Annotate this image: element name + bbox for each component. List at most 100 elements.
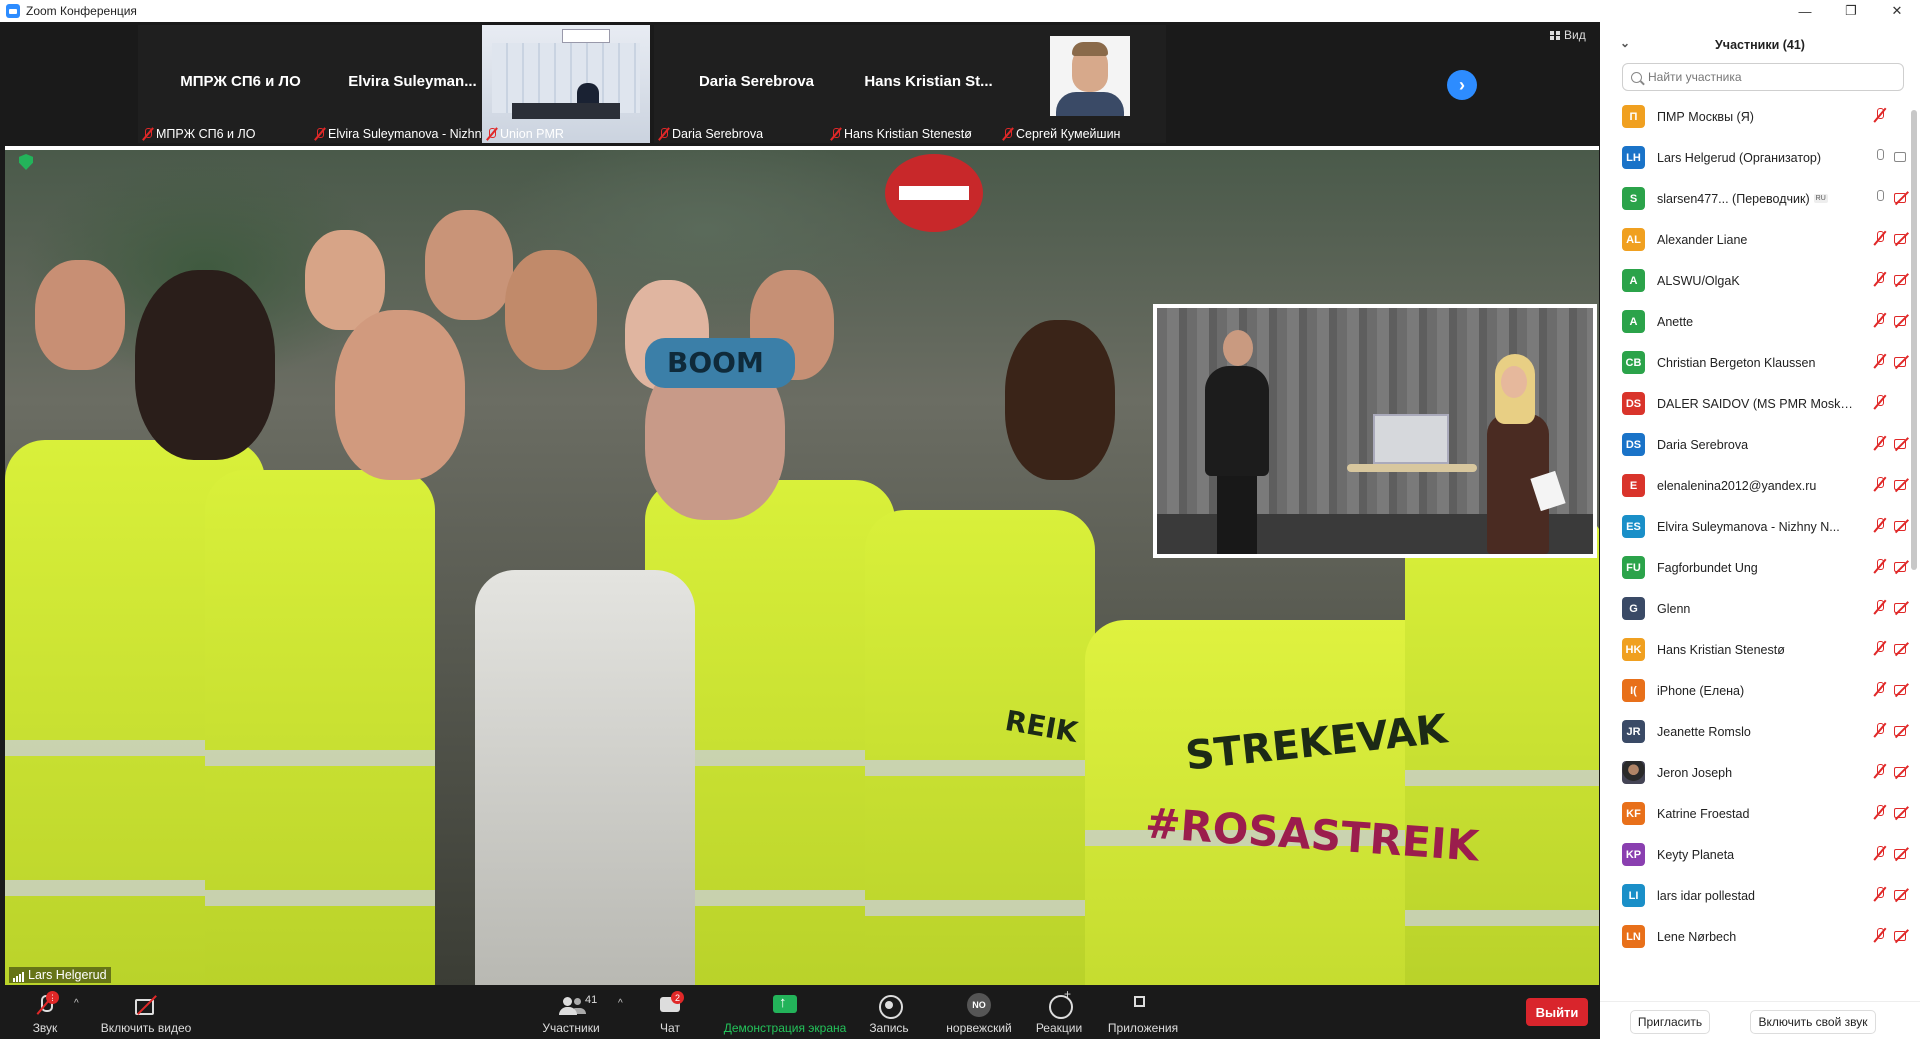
search-input[interactable]: [1648, 70, 1888, 84]
invite-button[interactable]: Пригласить: [1630, 1010, 1710, 1034]
participant-row[interactable]: DS DALER SAIDOV (MS PMR Moskva): [1600, 383, 1910, 424]
mic-muted-icon: [1874, 723, 1886, 738]
avatar: S: [1622, 187, 1645, 210]
view-button[interactable]: Вид: [1550, 28, 1586, 42]
share-screen-button[interactable]: Демонстрация экрана: [718, 988, 852, 1039]
participant-row[interactable]: Jeron Joseph: [1600, 752, 1910, 793]
tile-label: Hans Kristian Stenestø: [830, 127, 972, 141]
tile-label: Union PMR: [486, 127, 564, 141]
maximize-button[interactable]: ❐: [1828, 0, 1874, 22]
participant-row[interactable]: CB Christian Bergeton Klaussen: [1600, 342, 1910, 383]
participant-row[interactable]: I( iPhone (Елена): [1600, 670, 1910, 711]
speaker-video-pip[interactable]: [1153, 304, 1597, 558]
cap-text: BOOM: [667, 346, 764, 379]
mic-muted-icon: [1874, 108, 1886, 123]
participant-name: iPhone (Елена): [1657, 683, 1745, 698]
zoom-app-icon: [6, 4, 20, 18]
title-bar: Zoom Конференция — ❐ ✕: [0, 0, 1920, 22]
participant-row[interactable]: KF Katrine Froestad: [1600, 793, 1910, 834]
participant-row[interactable]: KP Keyty Planeta: [1600, 834, 1910, 875]
participant-name: Lene Nørbech: [1657, 929, 1737, 944]
protest-photo: STREKEVAK #ROSASTREIK REIK BOOM: [5, 150, 1599, 985]
camera-off-icon: [1894, 764, 1910, 779]
camera-off-icon: [1894, 682, 1910, 697]
tile-label-text: МПРЖ СП6 и ЛО: [156, 127, 256, 141]
close-button[interactable]: ✕: [1874, 0, 1920, 22]
unmute-self-button[interactable]: Включить свой звук: [1750, 1010, 1876, 1034]
participant-row[interactable]: DS Daria Serebrova: [1600, 424, 1910, 465]
participant-row[interactable]: AL Alexander Liane: [1600, 219, 1910, 260]
video-thumbnail-strip: МПРЖ СП6 и ЛО МПРЖ СП6 и ЛО Elvira Suley…: [0, 22, 1600, 145]
mic-muted-icon: [1002, 127, 1012, 141]
participant-row[interactable]: JR Jeanette Romslo: [1600, 711, 1910, 752]
apps-button[interactable]: Приложения: [1104, 988, 1182, 1039]
camera-off-icon: [1894, 600, 1910, 615]
language-tag: RU: [1813, 194, 1828, 203]
participant-status-icons: [1874, 559, 1910, 574]
avatar: AL: [1622, 228, 1645, 251]
participant-row[interactable]: A ALSWU/OlgaK: [1600, 260, 1910, 301]
participant-name: elenalenina2012@yandex.ru: [1657, 478, 1817, 493]
participant-row[interactable]: FU Fagforbundet Ung: [1600, 547, 1910, 588]
leave-button[interactable]: Выйти: [1526, 998, 1588, 1026]
audio-button[interactable]: ! Звук: [28, 988, 62, 1039]
participant-name: Hans Kristian Stenestø: [1657, 642, 1785, 657]
start-video-button[interactable]: Включить видео: [96, 988, 196, 1039]
traffic-sign: [885, 154, 983, 232]
camera-off-icon: [1894, 846, 1910, 861]
video-tile[interactable]: Сергей Кумейшин: [998, 25, 1166, 143]
participant-row[interactable]: HK Hans Kristian Stenestø: [1600, 629, 1910, 670]
avatar: DS: [1622, 392, 1645, 415]
participant-row[interactable]: П ПМР Москвы (Я): [1600, 96, 1910, 137]
record-button[interactable]: Запись: [864, 988, 914, 1039]
next-page-button[interactable]: ›: [1447, 70, 1477, 100]
camera-off-icon: [1894, 436, 1910, 451]
camera-off-icon: [1894, 887, 1910, 902]
participant-status-icons: [1874, 436, 1910, 451]
participant-row[interactable]: ES Elvira Suleymanova - Nizhny N...: [1600, 506, 1910, 547]
record-icon: [877, 993, 903, 1019]
participant-row[interactable]: LI lars idar pollestad: [1600, 875, 1910, 916]
participant-row[interactable]: LH Lars Helgerud (Организатор): [1600, 137, 1910, 178]
participant-search[interactable]: [1622, 63, 1904, 91]
mic-muted-icon: [1874, 231, 1886, 246]
participant-name: Elvira Suleymanova - Nizhny N...: [1657, 519, 1840, 534]
avatar: I(: [1622, 679, 1645, 702]
desk: [512, 103, 620, 119]
chat-button[interactable]: 2 Чат: [650, 988, 690, 1039]
participant-row[interactable]: LN Lene Nørbech: [1600, 916, 1910, 957]
avatar: A: [1622, 269, 1645, 292]
mic-muted-icon: [1874, 395, 1886, 410]
interpretation-button[interactable]: NO норвежский: [934, 988, 1024, 1039]
participant-row[interactable]: Sslarsen477... (Переводчик) RU: [1600, 178, 1910, 219]
video-tile-union-pmr[interactable]: Union PMR: [482, 25, 650, 143]
reactions-button[interactable]: Реакции: [1034, 987, 1084, 1039]
tile-label: Daria Serebrova: [658, 127, 763, 141]
avatar: A: [1622, 310, 1645, 333]
participant-row[interactable]: Eelenalenina2012@yandex.ru: [1600, 465, 1910, 506]
participant-status-icons: [1874, 846, 1910, 861]
participant-status-icons: [1874, 272, 1910, 287]
chat-icon: 2: [658, 991, 684, 1017]
participant-name: DALER SAIDOV (MS PMR Moskva): [1657, 396, 1853, 411]
participant-name: Christian Bergeton Klaussen: [1657, 355, 1816, 370]
participant-row[interactable]: G Glenn: [1600, 588, 1910, 629]
apps-icon: [1131, 993, 1155, 1017]
audio-label: Звук: [32, 1021, 58, 1035]
participant-status-icons: [1874, 723, 1910, 738]
collapse-chevron-icon[interactable]: ⌄: [1620, 36, 1630, 50]
participant-status-icons: [1874, 477, 1910, 492]
minimize-button[interactable]: —: [1782, 0, 1828, 22]
no-video-slot: [1894, 108, 1910, 123]
speaker-name: Lars Helgerud: [28, 968, 107, 982]
share-label: Демонстрация экрана: [723, 1021, 847, 1035]
audio-options-caret[interactable]: ^: [74, 998, 79, 1009]
participant-status-icons: [1874, 928, 1910, 943]
camera-off-icon: [1894, 190, 1910, 205]
camera-off-icon: [1894, 518, 1910, 533]
participant-name: Lars Helgerud (Организатор): [1657, 150, 1822, 165]
participants-options-caret[interactable]: ^: [618, 998, 623, 1009]
participant-name: slarsen477... (Переводчик): [1657, 191, 1810, 206]
participant-row[interactable]: A Anette: [1600, 301, 1910, 342]
participants-scrollbar[interactable]: [1911, 110, 1917, 570]
